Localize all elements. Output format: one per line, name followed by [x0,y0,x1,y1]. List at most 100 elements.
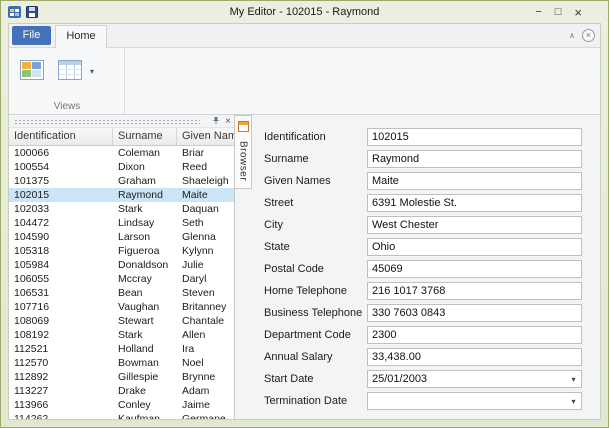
column-header-surname[interactable]: Surname [113,128,177,145]
form-field-row: Postal Code [264,260,582,278]
field-label: Street [264,197,367,209]
dropdown-arrow-icon[interactable]: ▾ [566,393,581,409]
panel-drag-handle[interactable]: × [9,115,234,128]
table-row[interactable]: 100554 Dixon Reed [9,160,234,174]
table-view-icon [57,59,83,81]
form-field-row: Termination Date ▾ [264,392,582,410]
table-row[interactable]: 102033 Stark Daquan [9,202,234,216]
field-label: Start Date [264,373,367,385]
cell-identification: 113227 [9,384,113,398]
cell-identification: 112521 [9,342,113,356]
window-controls: − □ × [535,1,582,23]
field-input[interactable] [368,217,581,233]
field-input[interactable] [368,195,581,211]
field-input[interactable] [368,129,581,145]
cell-given-names: Jaime [177,398,234,412]
text-editor [367,238,582,256]
cell-identification: 113966 [9,398,113,412]
cell-identification: 108069 [9,314,113,328]
field-input[interactable] [368,371,566,387]
field-input[interactable] [368,393,566,409]
text-editor [367,150,582,168]
grid-body: 100066 Coleman Briar 100554 Dixon Reed 1… [9,146,234,419]
layout-view-button[interactable] [14,54,50,96]
table-row[interactable]: 105318 Figueroa Kylynn [9,244,234,258]
table-row[interactable]: 112892 Gillespie Brynne [9,370,234,384]
field-label: Postal Code [264,263,367,275]
field-input[interactable] [368,327,581,343]
tab-home[interactable]: Home [55,25,107,48]
text-editor [367,128,582,146]
table-row[interactable]: 105984 Donaldson Julie [9,258,234,272]
field-input[interactable] [368,173,581,189]
field-label: Business Telephone [264,307,367,319]
table-row[interactable]: 113966 Conley Jaime [9,398,234,412]
field-input[interactable] [368,261,581,277]
cell-given-names: Chantale [177,314,234,328]
table-row[interactable]: 102015 Raymond Maite [9,188,234,202]
views-dropdown-icon[interactable]: ▾ [90,67,94,76]
field-input[interactable] [368,349,581,365]
table-row[interactable]: 106531 Bean Steven [9,286,234,300]
table-row[interactable]: 106055 Mccray Daryl [9,272,234,286]
browser-tab-label: Browser [238,141,249,181]
cell-given-names: Daquan [177,202,234,216]
cell-identification: 100554 [9,160,113,174]
panel-close-icon[interactable]: × [225,117,231,127]
cell-identification: 102015 [9,188,113,202]
cell-given-names: Reed [177,160,234,174]
app-icon [8,5,21,23]
cell-identification: 102033 [9,202,113,216]
cell-given-names: Seth [177,216,234,230]
field-input[interactable] [368,239,581,255]
window-title: My Editor - 102015 - Raymond [1,1,608,23]
cell-given-names: Steven [177,286,234,300]
field-input[interactable] [368,283,581,299]
ribbon-collapse-icon[interactable]: ∧ [569,31,575,40]
cell-identification: 105984 [9,258,113,272]
cell-identification: 104472 [9,216,113,230]
table-row[interactable]: 112570 Bowman Noel [9,356,234,370]
titlebar[interactable]: My Editor - 102015 - Raymond − □ × [1,1,608,23]
app-window: My Editor - 102015 - Raymond − □ × File … [0,0,609,428]
detail-form: Identification Surname Given Names [252,115,600,419]
column-header-given-names[interactable]: Given Names [177,128,234,145]
ribbon-right-controls: ∧ × [569,29,595,42]
close-button[interactable]: × [574,6,582,19]
cell-identification: 101375 [9,174,113,188]
ribbon-close-icon[interactable]: × [582,29,595,42]
cell-identification: 112892 [9,370,113,384]
column-header-identification[interactable]: Identification [9,128,113,145]
text-editor [367,304,582,322]
dropdown-arrow-icon[interactable]: ▾ [566,371,581,387]
field-input[interactable] [368,151,581,167]
table-row[interactable]: 113227 Drake Adam [9,384,234,398]
tab-browser[interactable]: Browser [235,115,252,189]
table-row[interactable]: 104472 Lindsay Seth [9,216,234,230]
save-icon[interactable] [26,5,38,23]
table-row[interactable]: 112521 Holland Ira [9,342,234,356]
table-row[interactable]: 101375 Graham Shaeleigh [9,174,234,188]
minimize-button[interactable]: − [535,7,541,18]
field-input[interactable] [368,305,581,321]
table-row[interactable]: 100066 Coleman Briar [9,146,234,160]
cell-surname: Donaldson [113,258,177,272]
ribbon-content: ▾ Views [9,48,600,115]
form-field-row: Home Telephone [264,282,582,300]
cell-surname: Vaughan [113,300,177,314]
cell-given-names: Briar [177,146,234,160]
table-view-button[interactable] [52,54,88,96]
cell-surname: Bowman [113,356,177,370]
file-menu-button[interactable]: File [12,26,51,45]
text-editor [367,260,582,278]
table-row[interactable]: 108069 Stewart Chantale [9,314,234,328]
table-row[interactable]: 104590 Larson Glenna [9,230,234,244]
field-label: Given Names [264,175,367,187]
maximize-button[interactable]: □ [555,7,562,18]
table-row[interactable]: 108192 Stark Allen [9,328,234,342]
table-row[interactable]: 107716 Vaughan Britanney [9,300,234,314]
ribbon-tab-row: File Home ∧ × [9,24,600,48]
cell-identification: 104590 [9,230,113,244]
table-row[interactable]: 114262 Kaufman Germane [9,412,234,419]
dock-tab-strip: Browser [235,115,252,419]
